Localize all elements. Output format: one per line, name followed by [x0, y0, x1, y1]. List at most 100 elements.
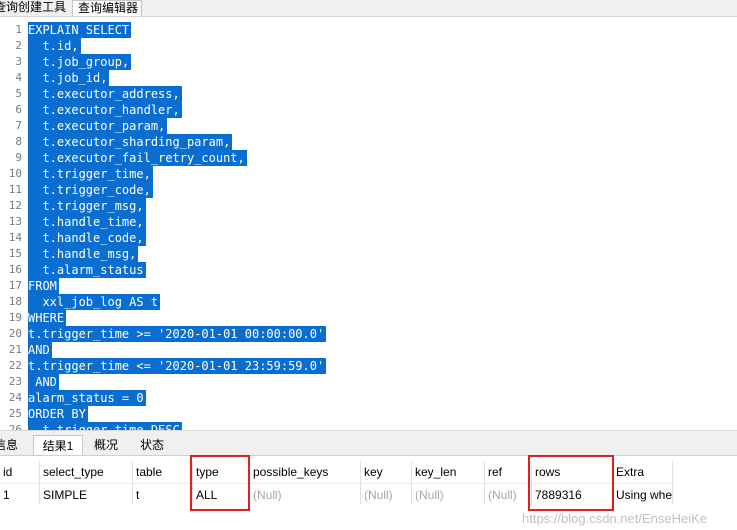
column-header-rows[interactable]: rows [532, 461, 613, 483]
code-line[interactable]: 14 t.handle_code, [0, 230, 737, 246]
line-number: 11 [8, 183, 22, 196]
code-text[interactable]: t.handle_code, [28, 230, 146, 246]
cell-possible-keys[interactable]: (Null) [250, 483, 361, 505]
code-line[interactable]: 26 t.trigger_time DESC [0, 422, 737, 430]
code-text[interactable]: FROM [28, 278, 59, 294]
code-text[interactable]: AND [28, 342, 52, 358]
code-text[interactable]: t.trigger_time >= '2020-01-01 00:00:00.0… [28, 326, 327, 342]
cell-select-type[interactable]: SIMPLE [40, 483, 133, 505]
code-line[interactable]: 4 t.job_id, [0, 70, 737, 86]
line-number: 25 [8, 407, 22, 420]
line-number: 5 [15, 87, 22, 100]
code-text[interactable]: t.executor_fail_retry_count, [28, 150, 247, 166]
code-text[interactable]: t.trigger_time <= '2020-01-01 23:59:59.0… [28, 358, 327, 374]
code-line[interactable]: 10 t.trigger_time, [0, 166, 737, 182]
code-line[interactable]: 24 alarm_status = 0 [0, 390, 737, 406]
watermark: https://blog.csdn.net/EnseHeiKe [521, 511, 707, 526]
code-text[interactable]: t.handle_msg, [28, 246, 139, 262]
tab-result1[interactable]: 结果1 [33, 435, 83, 455]
column-header-extra[interactable]: Extra [613, 461, 673, 483]
cell-rows[interactable]: 7889316 [532, 483, 613, 505]
code-text[interactable]: t.executor_handler, [28, 102, 182, 118]
column-header-id[interactable]: id [0, 461, 40, 483]
code-line[interactable]: 16 t.alarm_status [0, 262, 737, 278]
code-line[interactable]: 15 t.handle_msg, [0, 246, 737, 262]
tab-query-builder[interactable]: 查询创建工具 [0, 0, 70, 16]
code-text[interactable]: t.executor_param, [28, 118, 168, 134]
code-text[interactable]: t.executor_address, [28, 86, 182, 102]
tab-query-editor[interactable]: 查询编辑器 [72, 0, 142, 16]
code-line[interactable]: 21 AND [0, 342, 737, 358]
code-text[interactable]: t.alarm_status [28, 262, 146, 278]
tab-info[interactable]: 信息 [0, 435, 24, 455]
code-line[interactable]: 5 t.executor_address, [0, 86, 737, 102]
tab-overview[interactable]: 概况 [83, 435, 129, 455]
code-text[interactable]: t.executor_sharding_param, [28, 134, 233, 150]
code-text[interactable]: t.trigger_time, [28, 166, 153, 182]
line-number: 20 [8, 327, 22, 340]
code-line[interactable]: 11 t.trigger_code, [0, 182, 737, 198]
line-number: 16 [8, 263, 22, 276]
code-text[interactable]: WHERE [28, 310, 67, 326]
code-line[interactable]: 19 WHERE [0, 310, 737, 326]
line-number: 8 [15, 135, 22, 148]
cell-type[interactable]: ALL [193, 483, 250, 505]
column-header-key-len[interactable]: key_len [412, 461, 485, 483]
code-line[interactable]: 22 t.trigger_time <= '2020-01-01 23:59:59… [0, 358, 737, 374]
code-line[interactable]: 6 t.executor_handler, [0, 102, 737, 118]
line-number: 3 [15, 55, 22, 68]
code-text[interactable]: t.trigger_time DESC [28, 422, 182, 430]
code-line[interactable]: 12 t.trigger_msg, [0, 198, 737, 214]
line-number: 9 [15, 151, 22, 164]
cell-id[interactable]: 1 [0, 483, 40, 505]
line-number: 22 [8, 359, 22, 372]
line-number: 23 [8, 375, 22, 388]
column-header-possible-keys[interactable]: possible_keys [250, 461, 361, 483]
code-line[interactable]: 9 t.executor_fail_retry_count, [0, 150, 737, 166]
code-text[interactable]: xxl_job_log AS t [28, 294, 161, 310]
line-number: 26 [8, 423, 22, 430]
code-text[interactable]: t.id, [28, 38, 81, 54]
line-number: 17 [8, 279, 22, 292]
line-number: 12 [8, 199, 22, 212]
line-number: 6 [15, 103, 22, 116]
code-line[interactable]: 7 t.executor_param, [0, 118, 737, 134]
code-line[interactable]: 25 ORDER BY [0, 406, 737, 422]
code-line[interactable]: 13 t.handle_time, [0, 214, 737, 230]
code-line[interactable]: 1 EXPLAIN SELECT [0, 22, 737, 38]
code-text[interactable]: t.job_id, [28, 70, 110, 86]
line-number: 21 [8, 343, 22, 356]
code-text[interactable]: ORDER BY [28, 406, 88, 422]
code-text[interactable]: t.job_group, [28, 54, 132, 70]
line-number: 2 [15, 39, 22, 52]
tab-status[interactable]: 状态 [129, 435, 175, 455]
code-line[interactable]: 2 t.id, [0, 38, 737, 54]
cell-key[interactable]: (Null) [361, 483, 412, 505]
line-number: 19 [8, 311, 22, 324]
code-text[interactable]: t.handle_time, [28, 214, 146, 230]
cell-ref[interactable]: (Null) [485, 483, 532, 505]
line-number: 1 [15, 23, 22, 36]
column-header-select-type[interactable]: select_type [40, 461, 133, 483]
code-text[interactable]: alarm_status = 0 [28, 390, 146, 406]
cell-table[interactable]: t [133, 483, 193, 505]
code-line[interactable]: 23 AND [0, 374, 737, 390]
column-header-key[interactable]: key [361, 461, 412, 483]
cell-key-len[interactable]: (Null) [412, 483, 485, 505]
code-text[interactable]: t.trigger_code, [28, 182, 153, 198]
line-number: 13 [8, 215, 22, 228]
code-line[interactable]: 3 t.job_group, [0, 54, 737, 70]
column-header-ref[interactable]: ref [485, 461, 532, 483]
column-header-table[interactable]: table [133, 461, 193, 483]
cell-extra[interactable]: Using whe [613, 483, 673, 505]
column-header-type[interactable]: type [193, 461, 250, 483]
code-text[interactable]: t.trigger_msg, [28, 198, 146, 214]
code-text[interactable]: AND [28, 374, 59, 390]
line-number: 10 [8, 167, 22, 180]
code-line[interactable]: 20 t.trigger_time >= '2020-01-01 00:00:00… [0, 326, 737, 342]
code-line[interactable]: 17 FROM [0, 278, 737, 294]
code-text[interactable]: EXPLAIN SELECT [28, 22, 132, 38]
code-line[interactable]: 8 t.executor_sharding_param, [0, 134, 737, 150]
code-line[interactable]: 18 xxl_job_log AS t [0, 294, 737, 310]
sql-editor[interactable]: 1 EXPLAIN SELECT 2 t.id, 3 t.job_group, 4 t.… [0, 17, 737, 430]
